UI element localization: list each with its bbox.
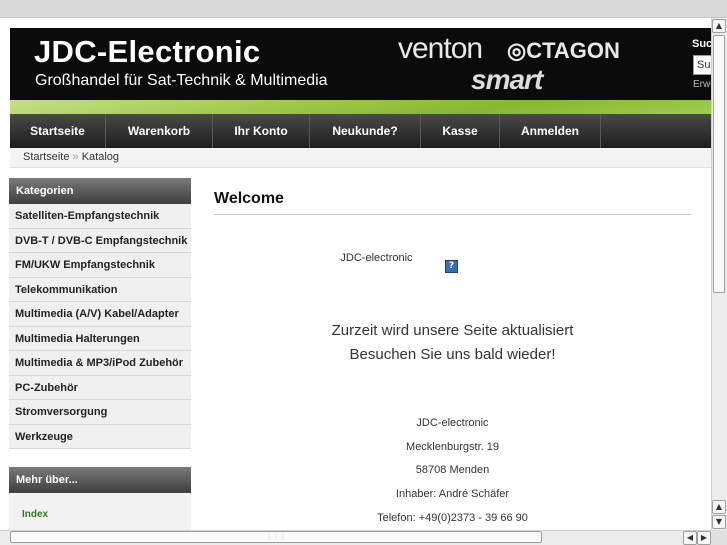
advanced-search-link[interactable]: Erwe bbox=[693, 79, 711, 90]
browser-toolbar bbox=[0, 0, 727, 18]
vertical-scroll-thumb[interactable] bbox=[713, 35, 725, 293]
category-satelliten[interactable]: Satelliten-Empfangstechnik bbox=[9, 204, 191, 229]
nav-anmelden[interactable]: Anmelden bbox=[500, 114, 601, 148]
horizontal-scroll-thumb[interactable]: ⋮⋮⋮ bbox=[10, 531, 542, 543]
header-banner: JDC-Electronic Großhandel für Sat-Techni… bbox=[10, 28, 711, 100]
category-pc-zubehoer[interactable]: PC-Zubehör bbox=[9, 375, 191, 400]
address-city: 58708 Menden bbox=[415, 464, 490, 476]
scroll-down-arrow-icon[interactable]: ▲ bbox=[712, 500, 726, 514]
category-multimedia-mp3-ipod[interactable]: Multimedia & MP3/iPod Zubehör bbox=[9, 351, 191, 376]
nav-warenkorb[interactable]: Warenkorb bbox=[106, 114, 213, 148]
address-street: Mecklenburgstr. 19 bbox=[406, 441, 499, 453]
more-about-box: Index bbox=[9, 493, 191, 533]
index-link[interactable]: Index bbox=[22, 509, 48, 520]
categories-box-title: Kategorien bbox=[9, 178, 191, 204]
scroll-left-arrow-icon[interactable]: ◀ bbox=[683, 531, 697, 545]
venton-logo: venton bbox=[398, 32, 483, 65]
broken-image-icon: ? bbox=[445, 260, 458, 273]
breadcrumb-current[interactable]: Katalog bbox=[82, 151, 119, 163]
scroll-up-arrow-icon[interactable]: ▲ bbox=[712, 19, 726, 33]
category-werkzeuge[interactable]: Werkzeuge bbox=[9, 424, 191, 449]
notice-line-2: Besuchen Sie uns bald wieder! bbox=[349, 346, 556, 363]
page-title: Welcome bbox=[214, 190, 691, 215]
breadcrumb-separator: » bbox=[72, 151, 79, 163]
sidebar-spacer bbox=[9, 449, 191, 467]
octagon-logo-text: CTAGON bbox=[526, 38, 620, 63]
search-label: Suc bbox=[692, 38, 711, 50]
nav-neukunde[interactable]: Neukunde? bbox=[310, 114, 421, 148]
octagon-logo: ◎CTAGON bbox=[507, 38, 620, 64]
category-dvb-t-dvb-c[interactable]: DVB-T / DVB-C Empfangstechnik bbox=[9, 228, 191, 253]
nav-startseite[interactable]: Startseite bbox=[10, 114, 106, 148]
sidebar: Kategorien Satelliten-Empfangstechnik DV… bbox=[9, 178, 191, 533]
scroll-down-end-arrow-icon[interactable]: ▼ bbox=[712, 515, 726, 529]
brand-subtitle: Großhandel für Sat-Technik & Multimedia bbox=[35, 72, 328, 89]
octagon-ring-icon: ◎ bbox=[507, 38, 527, 63]
scrollbar-corner bbox=[711, 530, 727, 545]
more-about-box-title: Mehr über... bbox=[9, 467, 191, 493]
nav-ihr-konto[interactable]: Ihr Konto bbox=[213, 114, 310, 148]
category-stromversorgung[interactable]: Stromversorgung bbox=[9, 400, 191, 425]
main-content: Welcome JDC-electronic ? Zurzeit wird un… bbox=[214, 190, 691, 524]
scroll-right-arrow-icon[interactable]: ▶ bbox=[697, 531, 711, 545]
breadcrumb-home[interactable]: Startseite bbox=[23, 151, 69, 163]
address-phone: Telefon: +49(0)2373 - 39 66 90 bbox=[377, 512, 528, 524]
address-name: JDC-electronic bbox=[416, 417, 489, 429]
category-multimedia-halterungen[interactable]: Multimedia Halterungen bbox=[9, 326, 191, 351]
address-owner: Inhaber: André Schäfer bbox=[395, 488, 510, 500]
category-multimedia-kabel[interactable]: Multimedia (A/V) Kabel/Adapter bbox=[9, 302, 191, 327]
search-input[interactable] bbox=[693, 55, 711, 75]
main-navigation: Startseite Warenkorb Ihr Konto Neukunde?… bbox=[10, 114, 711, 148]
breadcrumb: Startseite » Katalog bbox=[10, 148, 711, 168]
company-name-text: JDC-electronic bbox=[340, 252, 413, 264]
brand-title[interactable]: JDC-Electronic bbox=[34, 34, 260, 70]
smart-logo: smart bbox=[471, 64, 543, 95]
notice-line-1: Zurzeit wird unsere Seite aktualisiert bbox=[331, 322, 574, 339]
nav-kasse[interactable]: Kasse bbox=[421, 114, 500, 148]
category-telekommunikation[interactable]: Telekommunikation bbox=[9, 277, 191, 302]
